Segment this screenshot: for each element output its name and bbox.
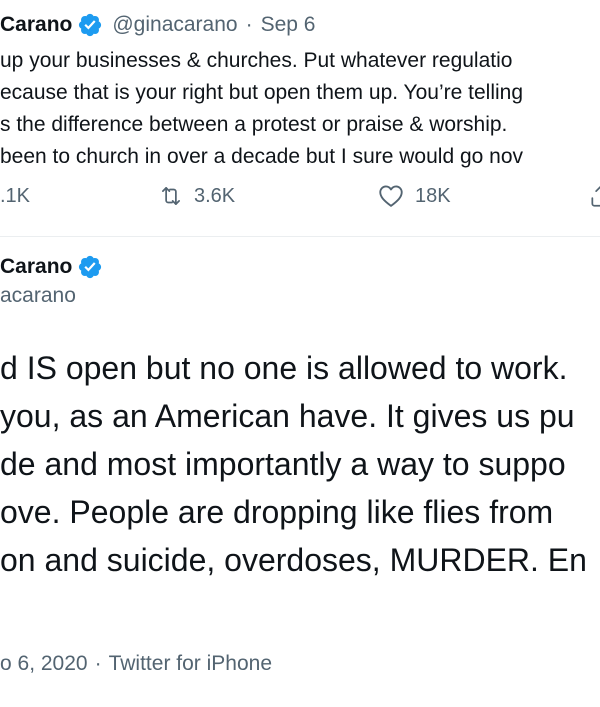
text-line: up your businesses & churches. Put whate… [0, 49, 513, 72]
text-line: ove. People are dropping like flies from [0, 494, 554, 530]
retweet-count: 3.6K [194, 184, 236, 207]
previous-tweet-header: Carano @ginacarano · Sep 6 [0, 8, 315, 42]
verified-badge-icon [79, 255, 102, 279]
author-name[interactable]: Carano [0, 13, 72, 37]
like-count: 18K [415, 184, 451, 207]
tweet-actions: .1K 3.6K 18K [0, 180, 600, 212]
tweet-divider [0, 236, 600, 237]
heart-icon [379, 185, 403, 207]
tweet-meta: o 6, 2020 · Twitter for iPhone [0, 652, 272, 676]
reply-count: .1K [0, 184, 31, 207]
previous-tweet-text: up your businesses & churches. Put whate… [0, 45, 600, 173]
tweet-source-link[interactable]: Twitter for iPhone [109, 652, 272, 675]
retweet-action[interactable]: 3.6K [158, 180, 235, 212]
tweet-date[interactable]: Sep 6 [261, 13, 316, 37]
text-line: s the difference between a protest or pr… [0, 113, 508, 136]
author-name[interactable]: Carano [0, 255, 72, 279]
text-line: d IS open but no one is allowed to work. [0, 350, 568, 386]
retweet-icon [162, 187, 180, 205]
text-line: on and suicide, overdoses, MURDER. En [0, 542, 587, 578]
main-author-name-row: Carano [0, 251, 103, 283]
reply-action[interactable]: .1K [0, 180, 30, 212]
header-separator: · [245, 13, 253, 36]
like-action[interactable]: 18K [377, 180, 451, 212]
verified-badge-icon [79, 13, 102, 37]
text-line: you, as an American have. It gives us pu [0, 398, 575, 434]
share-icon [591, 186, 600, 207]
author-handle[interactable]: @ginacarano [112, 13, 237, 37]
text-line: de and most importantly a way to suppo [0, 446, 566, 482]
meta-separator: · [94, 652, 102, 675]
main-tweet-text: d IS open but no one is allowed to work.… [0, 344, 600, 584]
tweet-timestamp[interactable]: o 6, 2020 [0, 652, 88, 675]
share-action[interactable] [588, 180, 600, 212]
previous-tweet[interactable]: Carano @ginacarano · Sep 6 up your busin… [0, 0, 600, 238]
author-handle[interactable]: acarano [0, 284, 76, 308]
text-line: been to church in over a decade but I su… [0, 145, 524, 168]
text-line: ecause that is your right but open them … [0, 81, 524, 104]
